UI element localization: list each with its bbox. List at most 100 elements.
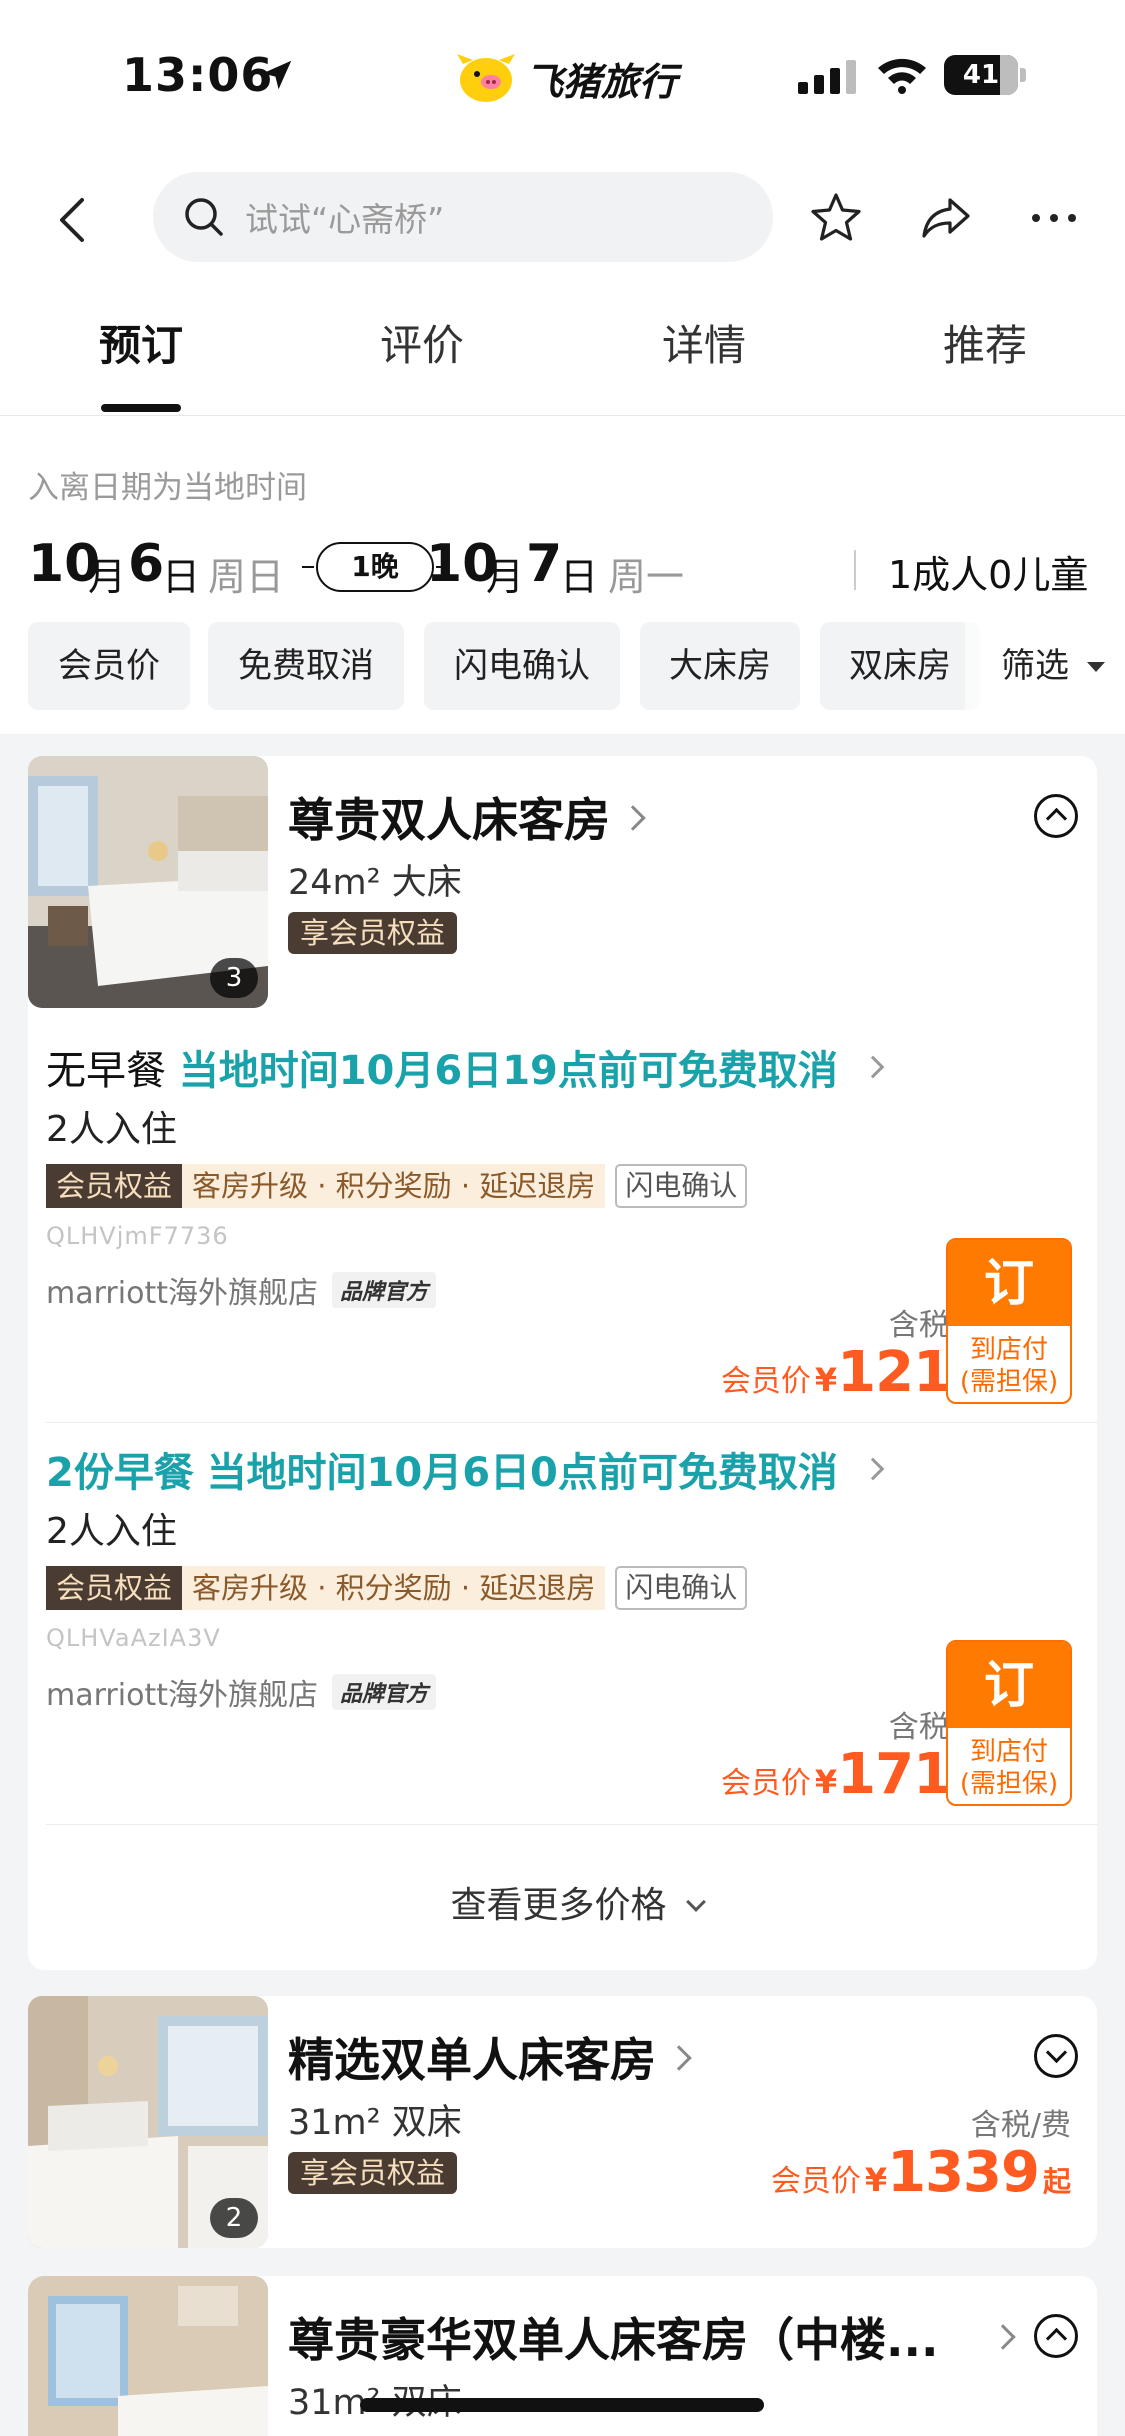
- currency: ¥: [864, 2161, 888, 2199]
- collapse-icon[interactable]: [1034, 2314, 1078, 2358]
- tab-recommend[interactable]: 推荐: [895, 312, 1075, 373]
- price-label: 会员价: [720, 1364, 811, 1399]
- cellular-signal-icon: [798, 60, 856, 94]
- occupancy: 2人入住: [46, 1511, 177, 1552]
- seller: marriott海外旗舰店 品牌官方: [46, 1268, 436, 1312]
- price: 会员价 ¥1339 起: [771, 2140, 1071, 2205]
- room-photo-image: [28, 2276, 268, 2436]
- checkin-month-unit: 月: [88, 555, 127, 599]
- seller-name: marriott海外旗舰店: [46, 1678, 318, 1713]
- tab-details[interactable]: 详情: [614, 312, 794, 373]
- share-icon[interactable]: [918, 190, 974, 246]
- app-brand: 飞猪旅行: [455, 50, 677, 106]
- room-name[interactable]: 尊贵豪华双单人床客房（中楼...: [288, 2304, 1008, 2370]
- tab-bar: 预订 评价 详情 推荐: [0, 290, 1125, 416]
- member-benefit-tag: 享会员权益: [288, 912, 458, 954]
- chip-king-bed[interactable]: 大床房: [640, 622, 800, 710]
- room-photo[interactable]: [28, 2276, 268, 2436]
- instant-confirm-tag: 闪电确认: [615, 1164, 748, 1208]
- price-label: 会员价: [770, 2164, 861, 2199]
- book-label: 订: [948, 1642, 1070, 1728]
- room-name-text: 尊贵双人床客房: [288, 793, 610, 847]
- benefit-label: 会员权益: [46, 1164, 183, 1208]
- rate-code: QLHVaAzIA3V: [46, 1624, 221, 1652]
- filter-chips: 会员价 免费取消 闪电确认 大床房 双床房 筛选: [28, 622, 1125, 710]
- guest-count[interactable]: 1成人0儿童: [888, 544, 1088, 599]
- location-arrow-icon: [262, 60, 292, 90]
- tax-note: 含税/费: [970, 2108, 1071, 2143]
- status-bar: 13:06 飞猪旅行 41: [0, 0, 1125, 150]
- book-button[interactable]: 订 到店付 (需担保): [946, 1238, 1072, 1404]
- rate-plan-title[interactable]: 2份早餐 当地时间10月6日0点前可免费取消: [46, 1440, 884, 1498]
- checkin-day: 6: [128, 534, 165, 594]
- separator: [854, 550, 856, 590]
- room-card: 2 精选双单人床客房 31m² 双床 享会员权益 含税/费 会员价 ¥1339 起: [28, 1996, 1097, 2248]
- back-icon[interactable]: [52, 194, 96, 246]
- home-indicator: [360, 2398, 764, 2412]
- photo-count: 3: [210, 958, 258, 998]
- room-name-text: 尊贵豪华双单人床客房（中楼...: [288, 2313, 939, 2367]
- view-more-label: 查看更多价格: [450, 1885, 667, 1926]
- tab-booking[interactable]: 预订: [51, 312, 231, 373]
- pay-method: 到店付: [969, 1335, 1048, 1365]
- tab-active-indicator: [101, 404, 181, 412]
- search-input[interactable]: 试试“心斋桥”: [153, 172, 773, 262]
- chip-twin-bed[interactable]: 双床房: [820, 622, 980, 710]
- battery-icon: 41: [944, 55, 1026, 95]
- chip-free-cancel[interactable]: 免费取消: [208, 622, 404, 710]
- seller-name: marriott海外旗舰店: [46, 1276, 318, 1311]
- status-time: 13:06: [122, 48, 274, 102]
- room-name[interactable]: 尊贵双人床客房: [288, 784, 646, 850]
- view-more-prices[interactable]: 查看更多价格: [28, 1876, 1125, 1928]
- rate-plan: 无早餐 当地时间10月6日19点前可免费取消 2人入住 会员权益 客房升级 · …: [28, 1038, 1125, 1438]
- photo-count: 2: [210, 2198, 258, 2238]
- expand-icon[interactable]: [1034, 2034, 1078, 2078]
- chip-member-price[interactable]: 会员价: [28, 622, 190, 710]
- cancel-policy: 当地时间10月6日0点前可免费取消: [206, 1450, 838, 1496]
- room-card: 3 尊贵双人床客房 24m² 大床 享会员权益 无早餐 当地时间10月6日19点…: [28, 756, 1098, 1970]
- price-label: 会员价: [720, 1766, 811, 1801]
- seller: marriott海外旗舰店 品牌官方: [46, 1670, 436, 1714]
- meal-info: 无早餐: [46, 1048, 166, 1094]
- room-photo[interactable]: 2: [28, 1996, 268, 2248]
- tab-reviews[interactable]: 评价: [332, 312, 512, 373]
- divider: [46, 1824, 1098, 1825]
- divider: [46, 1422, 1098, 1423]
- date-note: 入离日期为当地时间: [28, 470, 307, 506]
- price-value: 1339: [887, 2140, 1040, 2205]
- pay-note: (需担保): [959, 1367, 1059, 1397]
- collapse-icon[interactable]: [1034, 794, 1078, 838]
- fliggy-logo-icon: [457, 54, 515, 102]
- filter-button[interactable]: 筛选: [965, 622, 1125, 710]
- official-badge: 品牌官方: [331, 1674, 436, 1710]
- battery-level: 41: [962, 60, 1000, 90]
- chevron-right-icon: [666, 2044, 692, 2071]
- date-range[interactable]: 10 月 6 日 周日 1晚 10 月 7 日 周一 1成人0儿童: [28, 526, 1108, 606]
- benefit-list: 客房升级 · 积分奖励 · 延迟退房: [182, 1566, 606, 1610]
- currency: ¥: [814, 1361, 838, 1399]
- occupancy: 2人入住: [46, 1109, 177, 1150]
- room-photo[interactable]: 3: [28, 756, 268, 1008]
- rate-plan-title[interactable]: 无早餐 当地时间10月6日19点前可免费取消: [46, 1038, 884, 1096]
- book-button[interactable]: 订 到店付 (需担保): [946, 1640, 1072, 1806]
- favorite-star-icon[interactable]: [808, 190, 864, 246]
- search-icon: [185, 198, 223, 236]
- checkout-weekday: 周一: [608, 555, 685, 599]
- chevron-right-icon: [861, 1055, 884, 1079]
- currency: ¥: [814, 1763, 838, 1801]
- benefit-row: 会员权益 客房升级 · 积分奖励 · 延迟退房 闪电确认: [46, 1164, 748, 1208]
- price-from-suffix: 起: [1042, 2165, 1071, 2198]
- room-card: 尊贵豪华双单人床客房（中楼... 31m² 双床: [28, 2276, 1097, 2436]
- chip-instant-confirm[interactable]: 闪电确认: [424, 622, 620, 710]
- checkout-day-unit: 日: [560, 555, 599, 599]
- brand-name: 飞猪旅行: [525, 59, 678, 104]
- chevron-down-icon: [685, 1892, 706, 1912]
- rate-plan: 2份早餐 当地时间10月6日0点前可免费取消 2人入住 会员权益 客房升级 · …: [28, 1440, 1125, 1840]
- benefit-row: 会员权益 客房升级 · 积分奖励 · 延迟退房 闪电确认: [46, 1566, 748, 1610]
- room-spec: 31m² 双床: [288, 2103, 462, 2143]
- book-label: 订: [948, 1240, 1070, 1326]
- more-options-icon[interactable]: [1026, 190, 1082, 246]
- benefit-list: 客房升级 · 积分奖励 · 延迟退房: [182, 1164, 606, 1208]
- room-name[interactable]: 精选双单人床客房: [288, 2024, 692, 2090]
- date-dash: [302, 566, 314, 568]
